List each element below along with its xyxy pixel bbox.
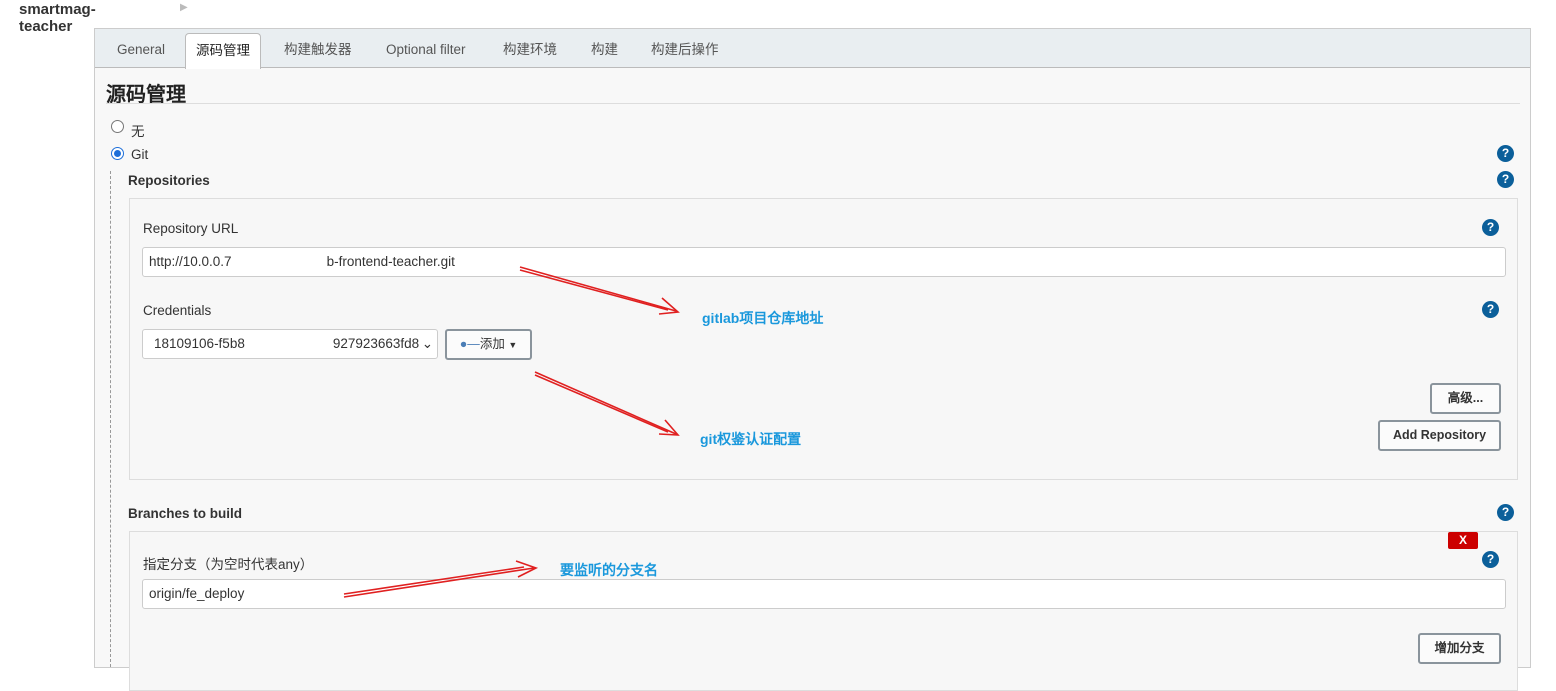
help-icon[interactable]: ?: [1497, 171, 1514, 188]
tab-build-env[interactable]: 构建环境: [493, 33, 567, 68]
help-icon[interactable]: ?: [1482, 301, 1499, 318]
radio-git[interactable]: [111, 147, 124, 160]
advanced-button[interactable]: 高级...: [1430, 383, 1501, 414]
branches-label: Branches to build: [128, 506, 243, 521]
annotation-repo: gitlab项目仓库地址: [702, 310, 824, 326]
radio-git-label: Git: [131, 147, 149, 162]
help-icon[interactable]: ?: [1497, 145, 1514, 162]
tab-bar: General 源码管理 构建触发器 Optional filter 构建环境 …: [95, 29, 1530, 69]
add-branch-button[interactable]: 增加分支: [1418, 633, 1501, 664]
caret-down-icon: ▼: [508, 340, 518, 350]
branch-spec-input[interactable]: origin/fe_deploy: [142, 579, 1506, 609]
tab-build[interactable]: 构建: [581, 33, 628, 68]
tab-general[interactable]: General: [107, 33, 175, 68]
add-credentials-button[interactable]: ●—添加 ▼: [445, 329, 532, 360]
credentials-select[interactable]: 18109106-f5b8 927923663fd8 ⌄: [142, 329, 438, 359]
repo-url-input[interactable]: http://10.0.0.7 b-frontend-teacher.git: [142, 247, 1506, 277]
branch-box: X 指定分支（为空时代表any） ? origin/fe_deploy 增加分支: [129, 531, 1518, 691]
key-icon: ●—: [459, 337, 480, 351]
delete-branch-button[interactable]: X: [1448, 532, 1478, 549]
divider: [106, 103, 1520, 104]
help-icon[interactable]: ?: [1482, 551, 1499, 568]
tab-optional-filter[interactable]: Optional filter: [376, 33, 476, 68]
help-icon[interactable]: ?: [1482, 219, 1499, 236]
help-icon[interactable]: ?: [1497, 504, 1514, 521]
config-panel: General 源码管理 构建触发器 Optional filter 构建环境 …: [94, 28, 1531, 691]
credentials-label: Credentials: [143, 303, 212, 318]
breadcrumb-project[interactable]: smartmag-teacher: [19, 1, 96, 35]
repository-box: Repository URL ? http://10.0.0.7 b-fronte…: [129, 198, 1518, 480]
chevron-down-icon: ⌄: [421, 336, 433, 351]
annotation-branch: 要监听的分支名: [560, 562, 658, 578]
divider: [110, 171, 111, 667]
chevron-right-icon: ▶: [180, 2, 188, 13]
repo-url-label: Repository URL: [143, 221, 239, 236]
annotation-auth: git权鉴认证配置: [700, 431, 802, 447]
radio-none[interactable]: [111, 120, 124, 133]
tab-scm[interactable]: 源码管理: [185, 33, 261, 69]
repositories-label: Repositories: [128, 173, 210, 188]
tab-post-build[interactable]: 构建后操作: [641, 33, 729, 68]
tab-triggers[interactable]: 构建触发器: [274, 33, 362, 68]
add-repository-button[interactable]: Add Repository: [1378, 420, 1501, 451]
radio-none-label: 无: [131, 124, 145, 139]
branch-spec-label: 指定分支（为空时代表any）: [143, 557, 314, 572]
